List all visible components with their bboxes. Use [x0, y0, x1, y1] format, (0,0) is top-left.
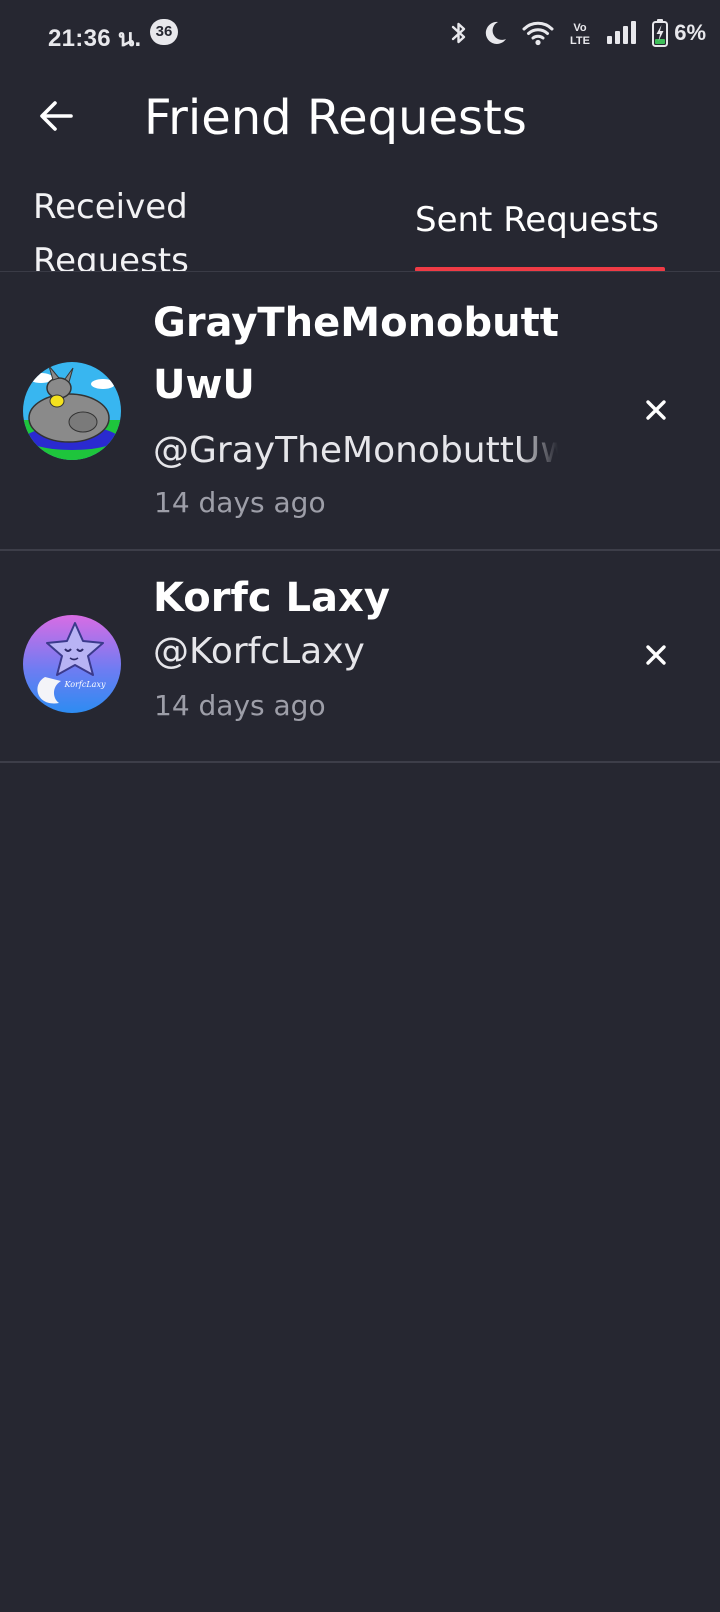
- moon-icon: [482, 20, 508, 46]
- close-icon: [645, 399, 667, 425]
- tab-sent-label: Sent Requests: [415, 200, 660, 240]
- bluetooth-icon: [450, 19, 468, 47]
- star-character-avatar[interactable]: KorfcLaxy: [23, 615, 121, 713]
- status-time: 21:36 น.: [48, 25, 142, 52]
- volte-icon: Vo LTE: [568, 20, 592, 46]
- request-time: 14 days ago: [154, 689, 326, 722]
- wifi-icon: [522, 20, 554, 46]
- request-list-item[interactable]: KorfcLaxy Korfc Laxy @KorfcLaxy 14 days …: [0, 551, 720, 763]
- display-name: GrayTheMonobutt UwU: [153, 300, 559, 408]
- battery-percent: 6%: [674, 20, 706, 45]
- request-time: 14 days ago: [154, 486, 326, 519]
- close-icon: [645, 644, 667, 670]
- status-bar: 21:36 น. 36 Vo LTE 6%: [0, 0, 720, 66]
- avatar-text: KorfcLaxy: [64, 680, 106, 689]
- svg-text:LTE: LTE: [570, 35, 590, 46]
- battery-charging-icon: [652, 19, 669, 47]
- arrow-left-icon: [38, 98, 74, 138]
- signal-icon: [606, 21, 638, 45]
- cancel-request-button[interactable]: [632, 633, 680, 681]
- tab-sent-requests[interactable]: Sent Requests: [415, 176, 665, 272]
- gray-creature-avatar[interactable]: [23, 362, 121, 460]
- tab-bar: Received Requests Sent Requests: [0, 176, 720, 272]
- display-name: Korfc Laxy: [153, 575, 390, 621]
- notification-count-badge: 36: [150, 19, 178, 45]
- username: @GrayTheMonobuttUwU: [153, 430, 558, 471]
- friend-requests-screen: 21:36 น. 36 Vo LTE 6% Friend Requests Re…: [0, 0, 720, 1612]
- svg-text:Vo: Vo: [574, 22, 588, 34]
- request-list-item[interactable]: GrayTheMonobutt UwU @GrayTheMonobuttUwU …: [0, 272, 720, 551]
- cancel-request-button[interactable]: [632, 388, 680, 436]
- sent-requests-list: GrayTheMonobutt UwU @GrayTheMonobuttUwU …: [0, 272, 720, 763]
- username: @KorfcLaxy: [153, 631, 365, 672]
- app-bar: Friend Requests: [0, 70, 720, 174]
- page-title: Friend Requests: [144, 90, 527, 146]
- back-button[interactable]: [30, 92, 82, 144]
- status-icons: Vo LTE 6%: [450, 16, 706, 50]
- tab-received-requests[interactable]: Received Requests: [33, 180, 233, 272]
